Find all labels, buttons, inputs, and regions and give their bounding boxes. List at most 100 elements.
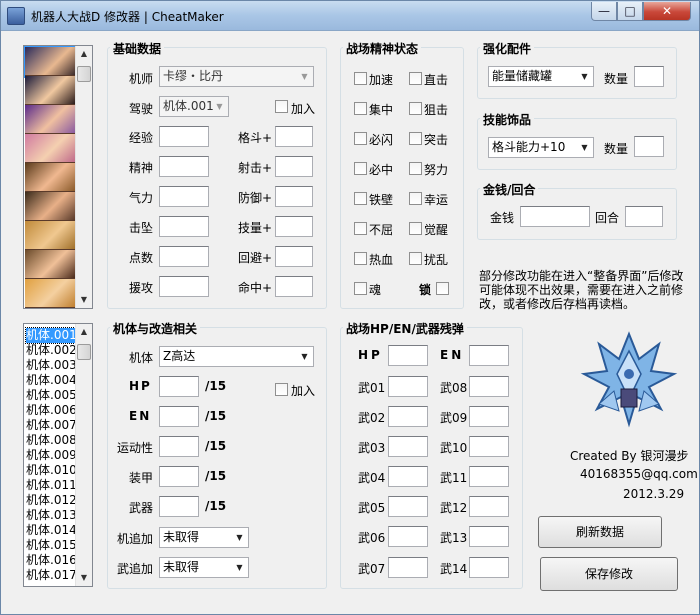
stat-input[interactable] [159, 156, 209, 177]
weapon-input[interactable] [159, 496, 199, 517]
spirit-checkbox[interactable] [354, 102, 367, 115]
mech-hp-input[interactable] [159, 376, 199, 397]
enhance-qty-input[interactable] [634, 66, 664, 87]
pilot-portrait[interactable] [25, 221, 75, 250]
battle-hp-input[interactable] [388, 345, 428, 366]
stat-input[interactable] [275, 126, 313, 147]
ammo-input[interactable] [388, 406, 428, 427]
skill-qty-input[interactable] [634, 136, 664, 157]
mobility-input[interactable] [159, 436, 199, 457]
ammo-input[interactable] [469, 557, 509, 578]
list-item[interactable]: 机体.005 [26, 388, 77, 403]
stat-input[interactable] [275, 156, 313, 177]
ammo-input[interactable] [469, 526, 509, 547]
pilot-portrait[interactable] [25, 279, 75, 308]
spirit-checkbox[interactable] [354, 222, 367, 235]
save-button[interactable]: 保存修改 [540, 557, 678, 591]
ammo-input[interactable] [388, 526, 428, 547]
spirit-checkbox[interactable] [409, 162, 422, 175]
list-item[interactable]: 机体.007 [26, 418, 77, 433]
list-item[interactable]: 机体.012 [26, 493, 77, 508]
chevron-down-icon[interactable]: ▼ [211, 97, 228, 116]
mech-extra-select[interactable]: 未取得 ▼ [159, 527, 249, 548]
portrait-scrollbar[interactable]: ▲ ▼ [75, 46, 92, 308]
scroll-down-icon[interactable]: ▼ [76, 292, 92, 308]
skill-item-select[interactable]: 格斗能力+10 ▼ [488, 137, 594, 158]
stat-input[interactable] [275, 186, 313, 207]
stat-input[interactable] [159, 246, 209, 267]
round-input[interactable] [625, 206, 663, 227]
ammo-input[interactable] [388, 557, 428, 578]
refresh-button[interactable]: 刷新数据 [538, 516, 662, 548]
list-item[interactable]: 机体.011 [26, 478, 77, 493]
list-item[interactable]: 机体.013 [26, 508, 77, 523]
ammo-input[interactable] [469, 406, 509, 427]
pilot-select[interactable]: 卡缪・比丹 ▼ [159, 66, 314, 87]
spirit-checkbox[interactable] [354, 252, 367, 265]
ammo-input[interactable] [388, 376, 428, 397]
enhance-part-select[interactable]: 能量储藏罐 ▼ [488, 66, 594, 87]
list-item[interactable]: 机体.006 [26, 403, 77, 418]
list-item[interactable]: 机体.016 [26, 553, 77, 568]
title-bar[interactable]: 机器人大战D 修改器 | CheatMaker — □ ✕ [1, 1, 699, 31]
chevron-down-icon[interactable]: ▼ [576, 138, 593, 157]
stat-input[interactable] [275, 246, 313, 267]
chevron-down-icon[interactable]: ▼ [576, 67, 593, 86]
spirit-checkbox[interactable] [409, 132, 422, 145]
stat-input[interactable] [275, 276, 313, 297]
pilot-join-checkbox[interactable] [275, 100, 288, 113]
chevron-down-icon[interactable]: ▼ [231, 558, 248, 577]
ammo-input[interactable] [388, 496, 428, 517]
scroll-down-icon[interactable]: ▼ [76, 570, 92, 586]
money-input[interactable] [520, 206, 590, 227]
stat-input[interactable] [159, 276, 209, 297]
ammo-input[interactable] [469, 496, 509, 517]
battle-en-input[interactable] [469, 345, 509, 366]
mech-select[interactable]: Z高达 ▼ [159, 346, 314, 367]
stat-input[interactable] [275, 216, 313, 237]
spirit-checkbox[interactable] [409, 252, 422, 265]
list-item[interactable]: 机体.017 [26, 568, 77, 583]
scroll-up-icon[interactable]: ▲ [76, 46, 92, 62]
pilot-portrait[interactable] [25, 192, 75, 221]
ammo-input[interactable] [388, 436, 428, 457]
list-item[interactable]: 机体.004 [26, 373, 77, 388]
spirit-checkbox[interactable] [354, 72, 367, 85]
ammo-input[interactable] [469, 376, 509, 397]
mech-list[interactable]: 机体.001 机体.002 机体.003 机体.004 机体.005 机体.00… [23, 323, 93, 587]
chevron-down-icon[interactable]: ▼ [231, 528, 248, 547]
mech-en-input[interactable] [159, 406, 199, 427]
stat-input[interactable] [159, 126, 209, 147]
drive-select[interactable]: 机体.001 ▼ [159, 96, 229, 117]
pilot-portrait[interactable] [25, 76, 75, 105]
close-button[interactable]: ✕ [643, 2, 691, 21]
spirit-checkbox[interactable] [354, 282, 367, 295]
list-item[interactable]: 机体.002 [26, 343, 77, 358]
pilot-portrait[interactable] [25, 134, 75, 163]
spirit-checkbox[interactable] [409, 222, 422, 235]
spirit-checkbox[interactable] [409, 192, 422, 205]
list-item[interactable]: 机体.001 [25, 327, 78, 344]
spirit-checkbox[interactable] [409, 72, 422, 85]
pilot-portrait[interactable] [25, 163, 75, 192]
list-item[interactable]: 机体.008 [26, 433, 77, 448]
ammo-input[interactable] [388, 466, 428, 487]
pilot-portrait[interactable] [25, 105, 75, 134]
maximize-button[interactable]: □ [617, 2, 643, 21]
spirit-checkbox[interactable] [354, 132, 367, 145]
weapon-extra-select[interactable]: 未取得 ▼ [159, 557, 249, 578]
pilot-portrait-list[interactable]: ▲ ▼ [23, 45, 93, 309]
scroll-thumb[interactable] [77, 344, 91, 360]
stat-input[interactable] [159, 216, 209, 237]
list-item[interactable]: 机体.015 [26, 538, 77, 553]
armor-input[interactable] [159, 466, 199, 487]
list-item[interactable]: 机体.014 [26, 523, 77, 538]
list-item[interactable]: 机体.010 [26, 463, 77, 478]
spirit-checkbox[interactable] [354, 192, 367, 205]
mech-join-checkbox[interactable] [275, 383, 288, 396]
chevron-down-icon[interactable]: ▼ [296, 67, 313, 86]
chevron-down-icon[interactable]: ▼ [296, 347, 313, 366]
mech-list-scrollbar[interactable]: ▲ ▼ [75, 324, 92, 586]
list-item[interactable]: 机体.003 [26, 358, 77, 373]
pilot-portrait[interactable] [24, 46, 77, 78]
